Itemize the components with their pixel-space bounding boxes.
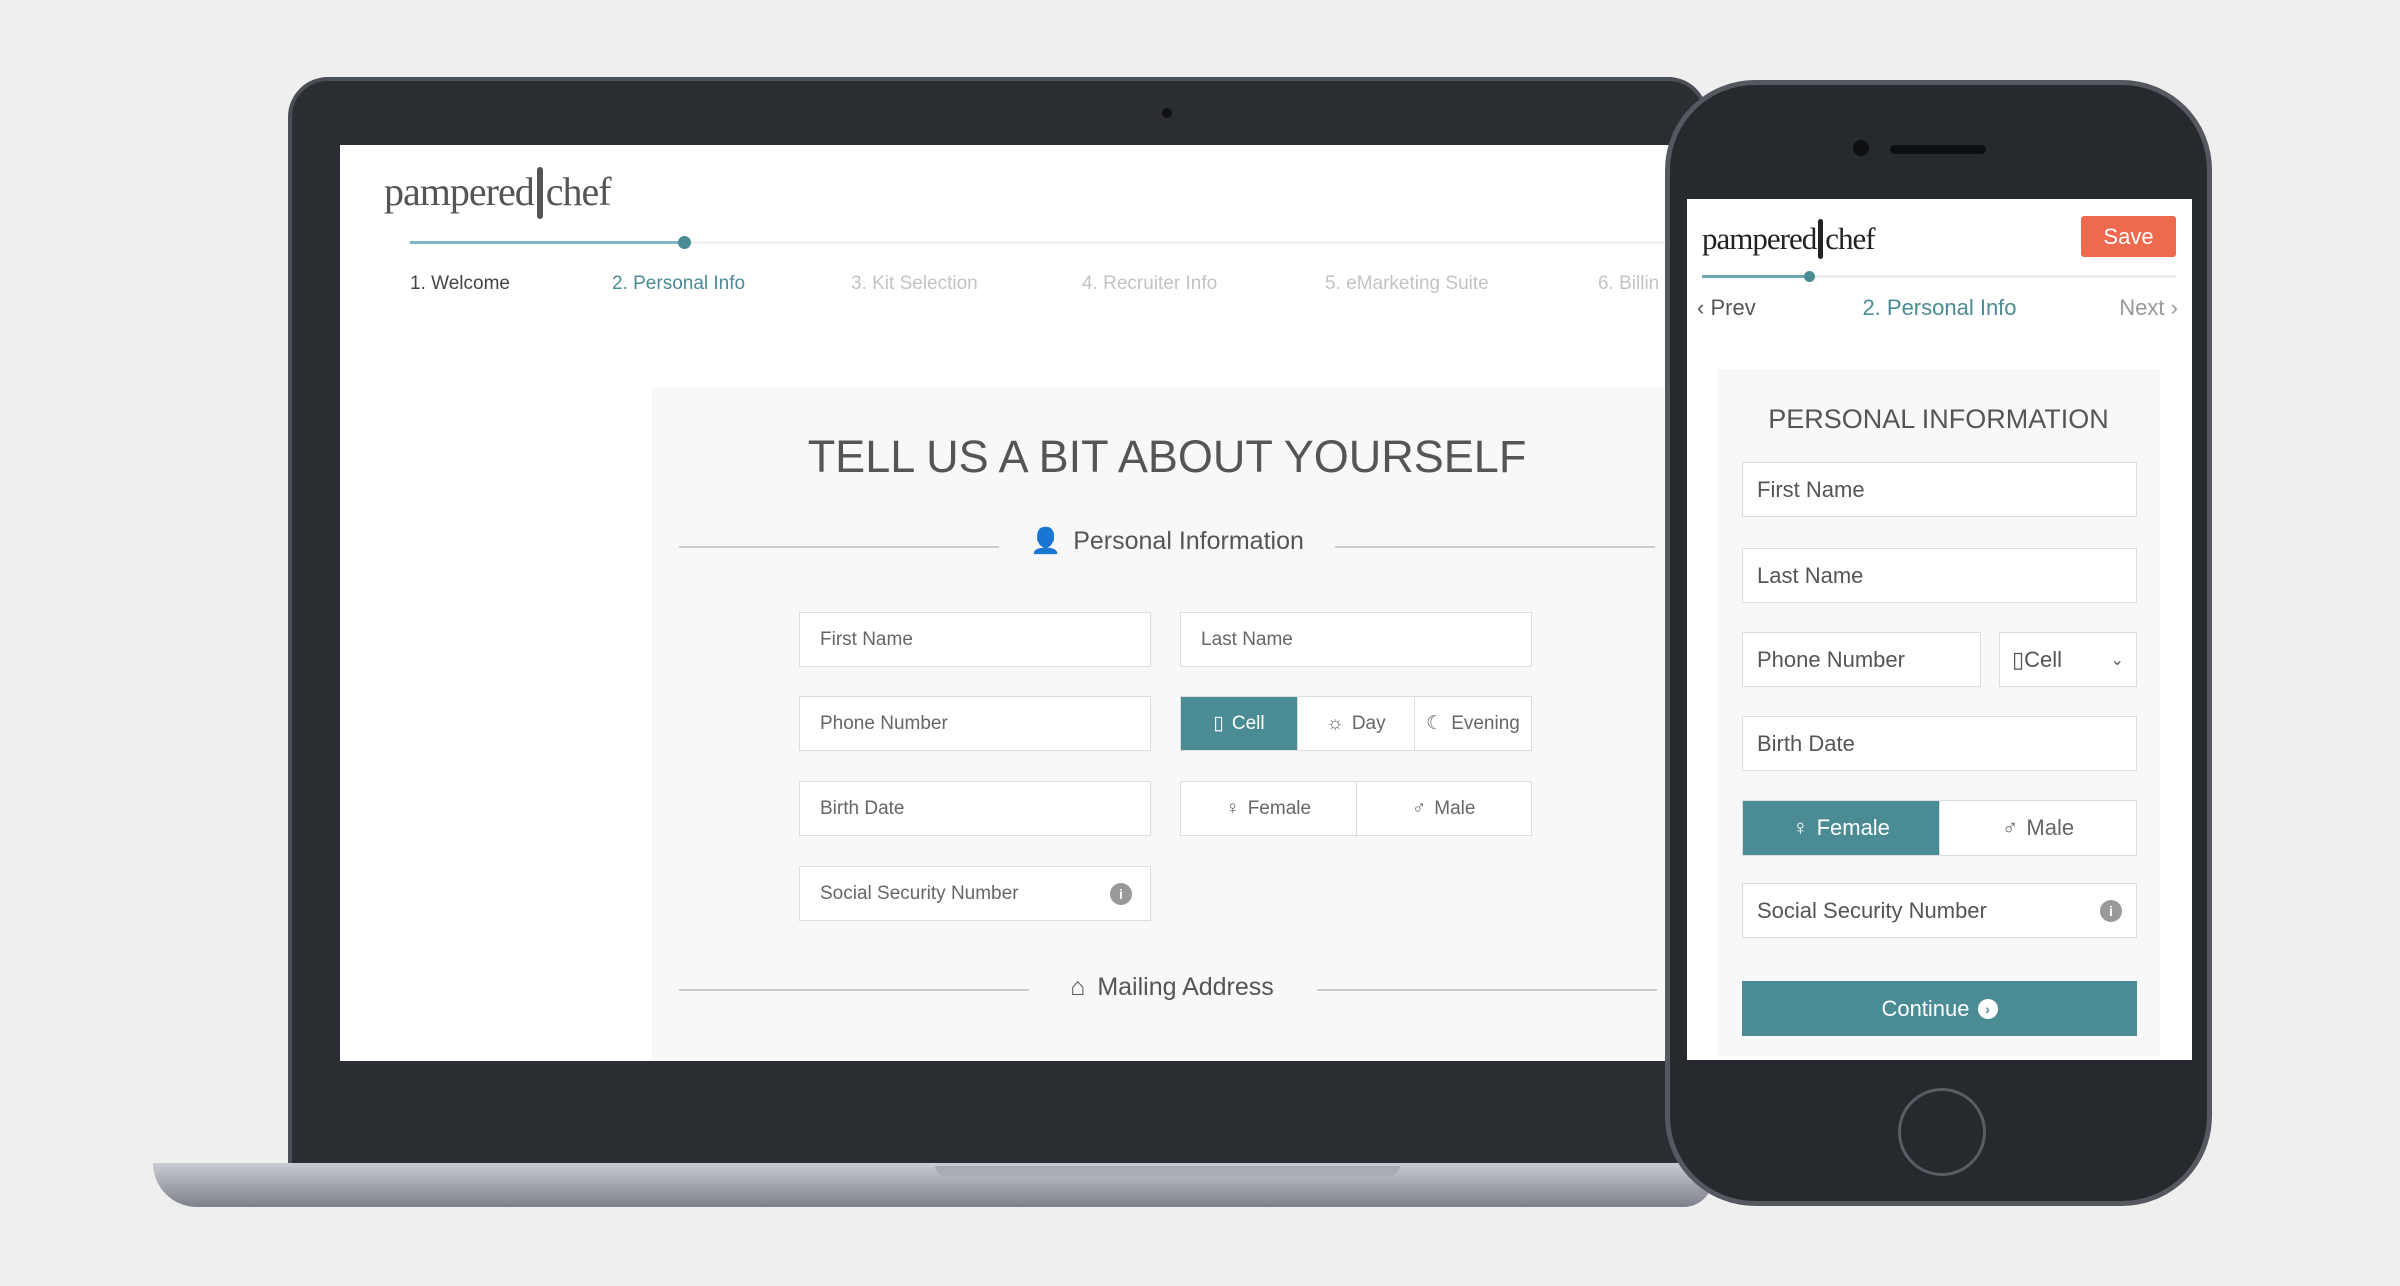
- phone-number-input[interactable]: Phone Number: [799, 696, 1151, 751]
- form-card: TELL US A BIT ABOUT YOURSELF 👤 Personal I…: [652, 387, 1740, 1061]
- laptop-header: pampered chef 1. Welcome 2. Personal Info…: [340, 145, 1740, 321]
- section-personal-info: 👤 Personal Information: [1030, 527, 1304, 555]
- gender-toggle: ♀ Female ♂ Male: [1180, 781, 1532, 836]
- mobile-icon: ▯: [1213, 713, 1224, 734]
- gender-male[interactable]: ♂ Male: [1940, 801, 2136, 855]
- female-icon: ♀: [1792, 815, 1809, 840]
- mobile-icon: ▯: [2012, 646, 2025, 672]
- gender-toggle: ♀ Female ♂ Male: [1742, 800, 2137, 856]
- save-button[interactable]: Save: [2081, 216, 2176, 257]
- tab-kit-selection[interactable]: 3. Kit Selection: [851, 273, 978, 295]
- last-name-input[interactable]: Last Name: [1742, 548, 2137, 603]
- page-title: TELL US A BIT ABOUT YOURSELF: [807, 431, 1527, 482]
- phone-screen: pampered chef Save ‹ Prev 2. Personal Inf…: [1687, 199, 2192, 1060]
- section-mailing-address: ⌂ Mailing Address: [1070, 973, 1274, 1001]
- last-name-input[interactable]: Last Name: [1180, 612, 1532, 667]
- divider: [679, 989, 1029, 991]
- divider: [1317, 989, 1657, 991]
- page-title: PERSONAL INFORMATION: [1768, 404, 2109, 434]
- laptop-base: [153, 1163, 1713, 1207]
- phone-type-toggle: ▯ Cell ☼ Day ☾ Evening: [1180, 696, 1532, 751]
- ssn-input[interactable]: Social Security Number i: [1742, 883, 2137, 938]
- divider: [679, 546, 999, 548]
- phone-camera: [1853, 140, 1869, 156]
- arrow-right-circle-icon: ›: [1977, 998, 1998, 1019]
- tab-emarketing-suite[interactable]: 5. eMarketing Suite: [1325, 273, 1489, 295]
- phone-type-evening[interactable]: ☾ Evening: [1415, 697, 1531, 750]
- male-icon: ♂: [1412, 797, 1427, 819]
- first-name-input[interactable]: First Name: [799, 612, 1151, 667]
- ssn-input[interactable]: Social Security Number i: [799, 866, 1151, 921]
- first-name-input[interactable]: First Name: [1742, 462, 2137, 517]
- info-icon[interactable]: i: [2100, 899, 2122, 922]
- phone-type-cell[interactable]: ▯ Cell: [1181, 697, 1298, 750]
- progress-fill: [410, 241, 684, 244]
- gender-female[interactable]: ♀ Female: [1181, 782, 1357, 835]
- webcam: [1162, 108, 1172, 118]
- male-icon: ♂: [2001, 815, 2019, 840]
- chevron-down-icon: ⌄: [2110, 651, 2124, 669]
- phone-type-day[interactable]: ☼ Day: [1298, 697, 1415, 750]
- tab-recruiter-info[interactable]: 4. Recruiter Info: [1082, 273, 1217, 295]
- divider: [1335, 546, 1655, 548]
- phone-speaker: [1890, 145, 1986, 154]
- phone-header: pampered chef Save ‹ Prev 2. Personal Inf…: [1687, 199, 2192, 344]
- logo: pampered chef: [1702, 219, 1876, 259]
- form-card: PERSONAL INFORMATION First Name Last Nam…: [1717, 369, 2160, 1056]
- gender-female[interactable]: ♀ Female: [1743, 801, 1940, 855]
- progress-marker: [1804, 271, 1815, 282]
- home-button[interactable]: [1898, 1088, 1986, 1176]
- user-icon: 👤: [1030, 527, 1062, 555]
- current-step: 2. Personal Info: [1862, 295, 2017, 320]
- logo: pampered chef: [384, 167, 612, 219]
- moon-icon: ☾: [1426, 713, 1444, 734]
- progress-marker: [678, 236, 691, 249]
- tab-welcome[interactable]: 1. Welcome: [410, 273, 510, 295]
- progress-fill: [1702, 275, 1810, 278]
- continue-button[interactable]: Continue ›: [1742, 981, 2137, 1036]
- sun-icon: ☼: [1326, 712, 1344, 734]
- female-icon: ♀: [1225, 797, 1240, 819]
- home-icon: ⌂: [1070, 973, 1086, 1001]
- laptop-notch: [935, 1166, 1400, 1176]
- phone-type-select[interactable]: ▯ Cell ⌄: [1999, 632, 2137, 687]
- phone-number-input[interactable]: Phone Number: [1742, 632, 1981, 687]
- gender-male[interactable]: ♂ Male: [1357, 782, 1532, 835]
- birth-date-input[interactable]: Birth Date: [1742, 716, 2137, 771]
- info-icon[interactable]: i: [1110, 882, 1132, 905]
- tab-personal-info[interactable]: 2. Personal Info: [612, 273, 745, 295]
- tab-billing[interactable]: 6. Billin: [1598, 273, 1659, 295]
- laptop-screen: pampered chef 1. Welcome 2. Personal Info…: [340, 145, 1740, 1061]
- birth-date-input[interactable]: Birth Date: [799, 781, 1151, 836]
- next-button[interactable]: Next ›: [2119, 295, 2178, 321]
